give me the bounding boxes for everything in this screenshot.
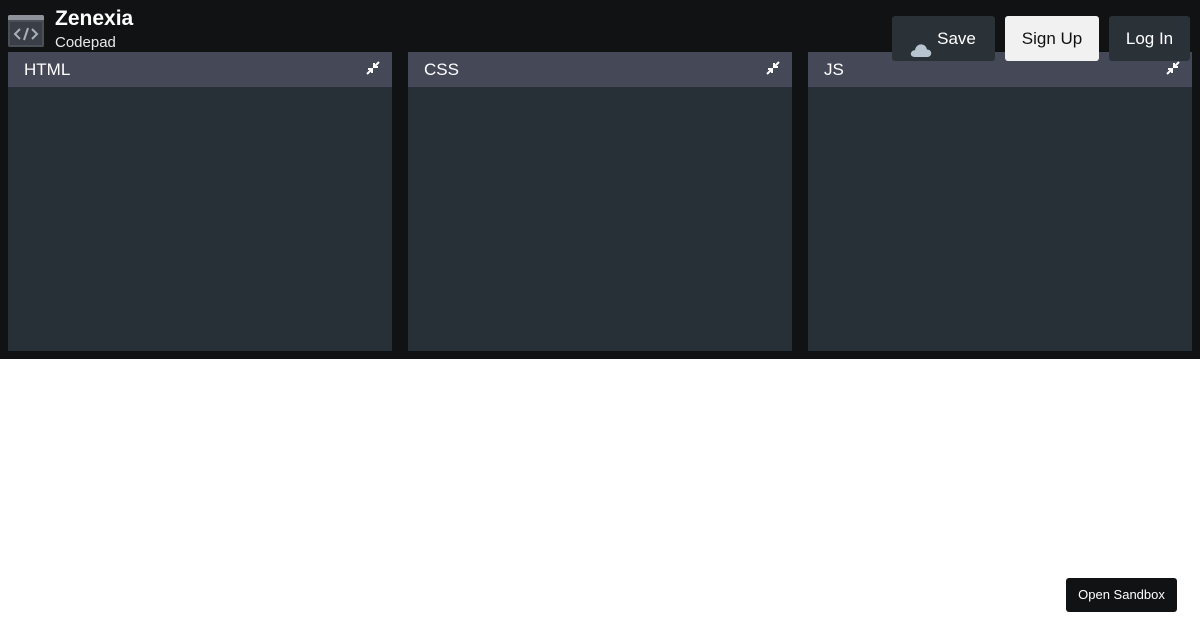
- editor-area: Zenexia Codepad HTML CSS JS Save Sign Up…: [0, 0, 1200, 359]
- js-panel-title: JS: [824, 60, 844, 79]
- open-sandbox-button[interactable]: Open Sandbox: [1066, 578, 1177, 612]
- js-panel[interactable]: JS: [808, 52, 1192, 351]
- code-window-icon[interactable]: [8, 15, 44, 47]
- css-panel[interactable]: CSS: [408, 52, 792, 351]
- collapse-icon[interactable]: [366, 61, 380, 75]
- save-button-label: Save: [937, 29, 976, 48]
- page-title: Zenexia: [55, 7, 134, 30]
- cloud-icon: [910, 30, 932, 57]
- save-button[interactable]: Save: [892, 16, 995, 61]
- css-panel-title: CSS: [424, 60, 459, 79]
- log-in-button[interactable]: Log In: [1109, 16, 1190, 61]
- collapse-icon[interactable]: [766, 61, 780, 75]
- page-subtitle: Codepad: [55, 34, 116, 51]
- html-panel-title: HTML: [24, 60, 71, 79]
- collapse-icon[interactable]: [1166, 61, 1180, 75]
- html-panel[interactable]: HTML: [8, 52, 392, 351]
- css-panel-header: CSS: [408, 52, 792, 87]
- sign-up-button[interactable]: Sign Up: [1005, 16, 1099, 61]
- html-panel-header: HTML: [8, 52, 392, 87]
